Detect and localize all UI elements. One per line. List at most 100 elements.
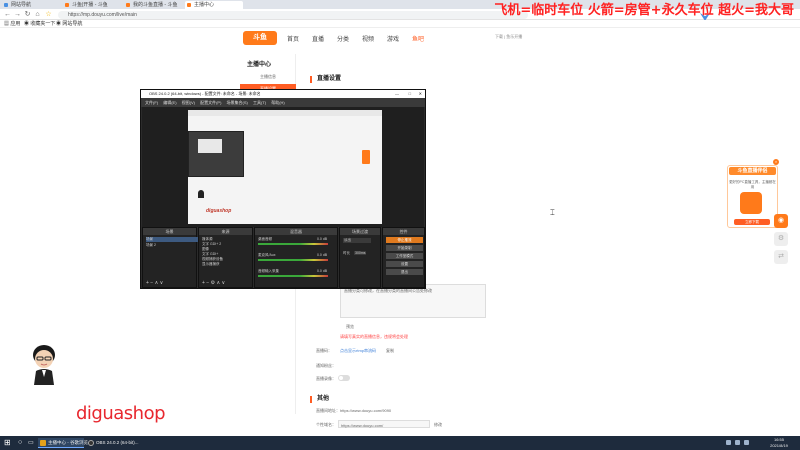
exit-button[interactable]: 退出 xyxy=(386,269,423,275)
bookmarks-bar: ▦ 应用 ◉ 收藏夹一下 ◉ 网站导航 xyxy=(0,20,800,28)
home-icon[interactable]: ⌂ xyxy=(33,10,42,19)
favicon-icon xyxy=(187,3,191,7)
custom-domain-label: 个性域名： xyxy=(316,422,336,427)
clock-date: 2021/8/19 xyxy=(770,443,788,448)
network-icon[interactable] xyxy=(726,440,731,445)
back-icon[interactable]: ← xyxy=(3,10,12,19)
scene-item[interactable]: 场景 xyxy=(146,237,198,242)
transitions-dock-title: 场景过渡 xyxy=(340,228,380,235)
preview-nested-page xyxy=(198,139,222,153)
custom-domain-row: 个性域名： https://www.douyu.com/ 修改 xyxy=(300,420,550,432)
nav-category[interactable]: 分类 xyxy=(337,34,349,43)
obs-window: OBS 24.0.2 (64-bit, windows) - 配置文件: 未命名… xyxy=(140,89,426,289)
promo-title: 斗鱼直播伴侣 xyxy=(729,167,776,175)
custom-domain-input[interactable]: https://www.douyu.com/ xyxy=(338,420,430,428)
obs-title: OBS 24.0.2 (64-bit, windows) - 配置文件: 未命名… xyxy=(149,91,261,96)
taskbar: ⊞ ○ ▭ 主播中心 - 谷歌浏览... OBS 24.0.2 (64-bit)… xyxy=(0,436,800,450)
settings-float-icon[interactable]: ⚙ xyxy=(774,232,788,246)
streamer-avatar xyxy=(33,345,55,385)
browser-tab[interactable]: 斗鱼|开播 - 斗鱼 xyxy=(63,1,121,9)
close-window-icon[interactable]: ✕ xyxy=(419,90,422,98)
promo-download-button[interactable]: 立即下载 xyxy=(734,219,770,225)
taskbar-item-obs[interactable]: OBS 24.0.2 (64-bit)... xyxy=(86,438,139,448)
sources-dock-title: 来源 xyxy=(199,228,252,235)
stream-key-link[interactable]: 点击显示rtmp串流码 xyxy=(340,348,376,354)
live-float-icon[interactable]: ◉ xyxy=(774,214,788,228)
tab-label: 斗鱼|开播 - 斗鱼 xyxy=(72,2,108,8)
taskbar-item-browser[interactable]: 主播中心 - 谷歌浏览... xyxy=(38,438,92,448)
bookmark-item[interactable]: ◉ 收藏夹一下 xyxy=(24,20,55,28)
favicon-icon xyxy=(65,3,69,7)
address-bar[interactable]: https://mp.douyu.com/live/main xyxy=(58,11,528,19)
bookmark-item[interactable]: ◉ 网站导航 xyxy=(56,20,82,28)
browser-tab[interactable]: 网站导航 xyxy=(2,1,60,9)
mixer-dock: 混音器 桌面音频 0.0 dB 麦克风/Aux 0.0 dB 音频输入采集 0.… xyxy=(254,227,338,288)
nav-home[interactable]: 首页 xyxy=(287,34,299,43)
obs-preview[interactable]: diguashop xyxy=(142,107,424,227)
stream-key-label: 直播码： xyxy=(316,348,332,353)
mixer-track-label: 音频输入采集 xyxy=(258,269,279,273)
start-recording-button[interactable]: 开始录制 xyxy=(386,245,423,251)
controls-dock-title: 控件 xyxy=(383,228,424,235)
transition-duration-input[interactable]: 300ms xyxy=(354,251,366,255)
mixer-track-level: 0.0 dB xyxy=(317,237,328,241)
mixer-dock-title: 混音器 xyxy=(255,228,337,235)
preview-watermark: diguashop xyxy=(206,208,232,214)
notice-textarea[interactable]: 直播分类可修改，在直播分类的直播间公告处修改 xyxy=(340,284,486,318)
transition-select[interactable]: 淡出 xyxy=(343,238,371,243)
scene-item[interactable]: 场景 2 xyxy=(146,243,156,248)
source-add-icon[interactable]: + − ⚙ ∧ ∨ xyxy=(202,280,225,286)
volume-meter xyxy=(258,259,328,261)
maximize-icon[interactable]: □ xyxy=(409,90,411,98)
taskbar-clock[interactable]: 16:55 2021/8/19 xyxy=(760,437,798,449)
preview-label: 预览 xyxy=(346,324,354,329)
douyu-logo[interactable]: 斗鱼 xyxy=(243,31,277,45)
studio-mode-button[interactable]: 工作室模式 xyxy=(386,253,423,259)
tab-label: 网站导航 xyxy=(11,2,32,8)
tab-label: 主播中心 xyxy=(194,2,215,8)
stop-streaming-button[interactable]: 停止推流 xyxy=(386,237,423,243)
transitions-dock: 场景过渡 淡出 时长 300ms xyxy=(339,227,381,288)
browser-tab-active[interactable]: 主播中心 xyxy=(185,1,243,9)
preview-avatar xyxy=(198,190,204,198)
close-icon[interactable]: × xyxy=(773,159,779,165)
sidebar-item-info[interactable]: 主播信息 xyxy=(240,72,296,82)
nav-fishbar[interactable]: 鱼吧 xyxy=(412,34,424,43)
custom-domain-edit-button[interactable]: 修改 xyxy=(434,422,442,428)
custom-domain-value: https://www.douyu.com/ xyxy=(341,423,384,428)
browser-tab[interactable]: 我的斗鱼直播 - 斗鱼 xyxy=(124,1,182,9)
input-method-icon[interactable] xyxy=(744,440,749,445)
mouse-cursor-icon: ⌶ xyxy=(550,208,555,217)
nav-game[interactable]: 游戏 xyxy=(387,34,399,43)
start-menu-icon[interactable]: ⊞ xyxy=(4,439,12,447)
bookmark-item[interactable]: ▦ 应用 xyxy=(4,20,20,28)
user-menu[interactable]: 下载 | 鱼乐开播 xyxy=(495,34,522,40)
obs-menubar[interactable]: 文件(F) 编辑(E) 视图(V) 配置文件(P) 场景集合(S) 工具(T) … xyxy=(141,98,425,107)
notify-label: 通知粉丝： xyxy=(316,363,336,368)
warning-note: 请填写真实的直播信息，违规将会处理 xyxy=(340,334,408,339)
preview-promo xyxy=(362,150,370,164)
transition-duration-label: 时长 xyxy=(343,251,350,255)
tab-label: 我的斗鱼直播 - 斗鱼 xyxy=(133,2,178,8)
scenes-dock: 场景 场景 场景 2 + − ∧ ∨ xyxy=(142,227,198,288)
task-view-icon[interactable]: ▭ xyxy=(28,439,36,447)
minimize-icon[interactable]: — xyxy=(395,90,399,98)
search-icon[interactable]: ○ xyxy=(18,439,26,447)
reload-icon[interactable]: ↻ xyxy=(23,10,32,19)
settings-button[interactable]: 设置 xyxy=(386,261,423,267)
share-float-icon[interactable]: ⇄ xyxy=(774,250,788,264)
other-section-title: 其他 xyxy=(310,396,329,403)
nav-video[interactable]: 视频 xyxy=(362,34,374,43)
record-toggle[interactable] xyxy=(338,375,350,381)
volume-icon[interactable] xyxy=(735,440,740,445)
copy-stream-key-button[interactable]: 复制 xyxy=(386,348,394,354)
room-link-label: 直播间地址： xyxy=(316,408,340,413)
section-title: 直播设置 xyxy=(310,76,341,83)
nav-live[interactable]: 直播 xyxy=(312,34,324,43)
scene-add-icon[interactable]: + − ∧ ∨ xyxy=(146,280,163,286)
volume-meter xyxy=(258,243,328,245)
source-item[interactable]: 显示器捕获 xyxy=(202,262,220,267)
bookmark-label: 网站导航 xyxy=(62,21,83,27)
star-icon[interactable]: ☆ xyxy=(44,10,53,19)
forward-icon[interactable]: → xyxy=(13,10,22,19)
